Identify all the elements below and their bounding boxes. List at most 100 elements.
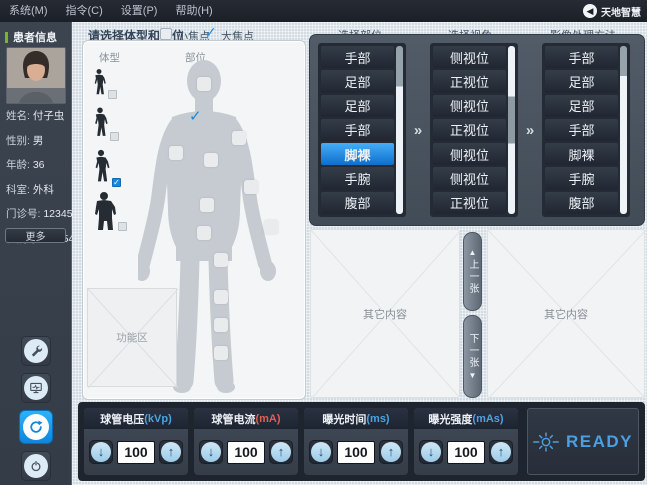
body-type-slim-checkbox[interactable] — [110, 132, 119, 141]
tube-current-decrease-button[interactable]: ↓ — [199, 440, 223, 464]
body-pad-right-shoulder[interactable] — [232, 131, 246, 145]
power-icon — [24, 454, 48, 478]
part-item[interactable]: 足部 — [321, 70, 394, 92]
body-pad-right-knee[interactable] — [214, 290, 228, 304]
body-pad-head[interactable] — [197, 77, 211, 91]
preview-left-label: 其它内容 — [363, 306, 407, 322]
body-type-child-checkbox[interactable] — [108, 90, 117, 99]
process-item[interactable]: 足部 — [545, 70, 618, 92]
exposure-control-bar: 球管电压(kVp) ↓ ↑ 球管电流(mA) ↓ ↑ — [78, 402, 645, 481]
next-image-button[interactable]: 下一张 ▼ — [463, 315, 482, 398]
body-pad-left-arm[interactable] — [169, 146, 183, 160]
patient-photo — [6, 47, 66, 104]
body-pad-pelvis[interactable] — [197, 226, 211, 240]
chevron-right-icon: » — [406, 122, 430, 139]
down-arrow-icon: ↓ — [421, 442, 441, 462]
menu-help[interactable]: 帮助(H) — [166, 0, 221, 22]
body-pad-right-thigh[interactable] — [214, 253, 228, 267]
body-type-normal-checkbox-checked[interactable]: ✓ — [112, 178, 121, 187]
selection-lists-panel: 手部 足部 足部 手部 脚裸 手腕 腹部 » 侧视位 正视位 侧视位 正视位 侧… — [309, 34, 645, 226]
view-item[interactable]: 侧视位 — [433, 95, 506, 117]
up-arrow-icon: ↑ — [381, 442, 401, 462]
part-item[interactable]: 腹部 — [321, 192, 394, 214]
exposure-intensity-increase-button[interactable]: ↑ — [489, 440, 513, 464]
body-selection-panel: 体型 部位 ✓ — [82, 40, 306, 400]
tube-voltage-group: 球管电压(kVp) ↓ ↑ — [84, 408, 188, 475]
more-button[interactable]: 更多 — [5, 228, 66, 243]
patient-info-title: 患者信息 — [13, 29, 57, 45]
view-item[interactable]: 正视位 — [433, 192, 506, 214]
tube-voltage-decrease-button[interactable]: ↓ — [89, 440, 113, 464]
process-item[interactable]: 腹部 — [545, 192, 618, 214]
wrench-icon — [24, 339, 48, 363]
body-pad-right-ankle[interactable] — [214, 346, 228, 360]
exposure-intensity-value-input[interactable] — [447, 441, 485, 464]
brand-logo-text: 天地智慧 — [601, 4, 641, 19]
tube-current-group: 球管电流(mA) ↓ ↑ — [194, 408, 298, 475]
body-pad-chest[interactable] — [204, 153, 218, 167]
ready-button[interactable]: READY — [527, 408, 639, 475]
body-type-header: 体型 — [99, 50, 120, 65]
part-item[interactable]: 手部 — [321, 46, 394, 68]
process-item[interactable]: 手部 — [545, 46, 618, 68]
body-pad-right-hand[interactable] — [264, 220, 278, 234]
power-tool-button[interactable] — [21, 451, 51, 481]
previous-image-button[interactable]: ▲ 上一张 — [463, 232, 482, 311]
process-item[interactable]: 手腕 — [545, 167, 618, 189]
ready-button-label: READY — [566, 432, 633, 452]
tube-voltage-value-input[interactable] — [117, 441, 155, 464]
up-arrow-icon: ↑ — [161, 442, 181, 462]
body-pad-right-forearm[interactable] — [244, 180, 258, 194]
menu-system[interactable]: 系统(M) — [0, 0, 57, 22]
body-type-heavy-checkbox[interactable] — [118, 222, 127, 231]
tube-voltage-increase-button[interactable]: ↑ — [159, 440, 183, 464]
part-item-selected[interactable]: 脚裸 — [321, 143, 394, 165]
body-pad-abdomen[interactable] — [200, 198, 214, 212]
view-item[interactable]: 侧视位 — [433, 46, 506, 68]
view-list-scrollbar[interactable] — [508, 46, 515, 214]
menu-command[interactable]: 指令(C) — [57, 0, 112, 22]
patient-name-row: 姓名: 付子虫 — [6, 108, 74, 123]
preview-left-placeholder: 其它内容 — [310, 229, 460, 398]
process-list-scrollbar[interactable] — [620, 46, 627, 214]
tube-voltage-label: 球管电压(kVp) — [84, 408, 188, 429]
tube-current-value-input[interactable] — [227, 441, 265, 464]
down-arrow-icon: ↓ — [201, 442, 221, 462]
patient-info-header: 患者信息 — [5, 29, 57, 45]
patient-fields: 姓名: 付子虫 性别: 男 年龄: 36 科室: 外科 门诊号: 12345 住… — [6, 108, 74, 246]
process-item[interactable]: 手部 — [545, 119, 618, 141]
part-list-scrollbar[interactable] — [396, 46, 403, 214]
view-item[interactable]: 正视位 — [433, 119, 506, 141]
up-arrow-icon: ↑ — [271, 442, 291, 462]
process-item[interactable]: 足部 — [545, 95, 618, 117]
brand-logo-icon: ◀ — [583, 4, 597, 18]
body-pad-right-shin[interactable] — [214, 318, 228, 332]
part-item[interactable]: 手部 — [321, 119, 394, 141]
monitor-tool-button[interactable] — [21, 373, 51, 403]
menu-settings[interactable]: 设置(P) — [112, 0, 167, 22]
body-type-child[interactable] — [91, 65, 107, 99]
exposure-time-group: 曝光时间(ms) ↓ ↑ — [304, 408, 408, 475]
exposure-intensity-decrease-button[interactable]: ↓ — [419, 440, 443, 464]
small-focus-checkbox[interactable] — [160, 28, 172, 40]
menu-bar: 系统(M) 指令(C) 设置(P) 帮助(H) ◀ 天地智慧 — [0, 0, 647, 22]
body-type-heavy[interactable] — [91, 191, 117, 231]
tube-current-label: 球管电流(mA) — [194, 408, 298, 429]
exposure-time-label: 曝光时间(ms) — [304, 408, 408, 429]
process-item[interactable]: 脚裸 — [545, 143, 618, 165]
body-type-normal[interactable]: ✓ — [91, 145, 111, 187]
wrench-tool-button[interactable] — [21, 336, 51, 366]
down-arrow-icon: ▼ — [469, 371, 477, 380]
part-item[interactable]: 手腕 — [321, 167, 394, 189]
exposure-time-increase-button[interactable]: ↑ — [379, 440, 403, 464]
refresh-tool-button[interactable] — [19, 410, 53, 444]
part-item[interactable]: 足部 — [321, 95, 394, 117]
view-item[interactable]: 正视位 — [433, 70, 506, 92]
tube-current-increase-button[interactable]: ↑ — [269, 440, 293, 464]
large-focus-checkbox-checked[interactable]: ✓ — [205, 24, 217, 41]
exposure-time-decrease-button[interactable]: ↓ — [309, 440, 333, 464]
body-type-slim[interactable] — [91, 103, 109, 141]
view-item[interactable]: 侧视位 — [433, 143, 506, 165]
view-item[interactable]: 侧视位 — [433, 167, 506, 189]
exposure-time-value-input[interactable] — [337, 441, 375, 464]
